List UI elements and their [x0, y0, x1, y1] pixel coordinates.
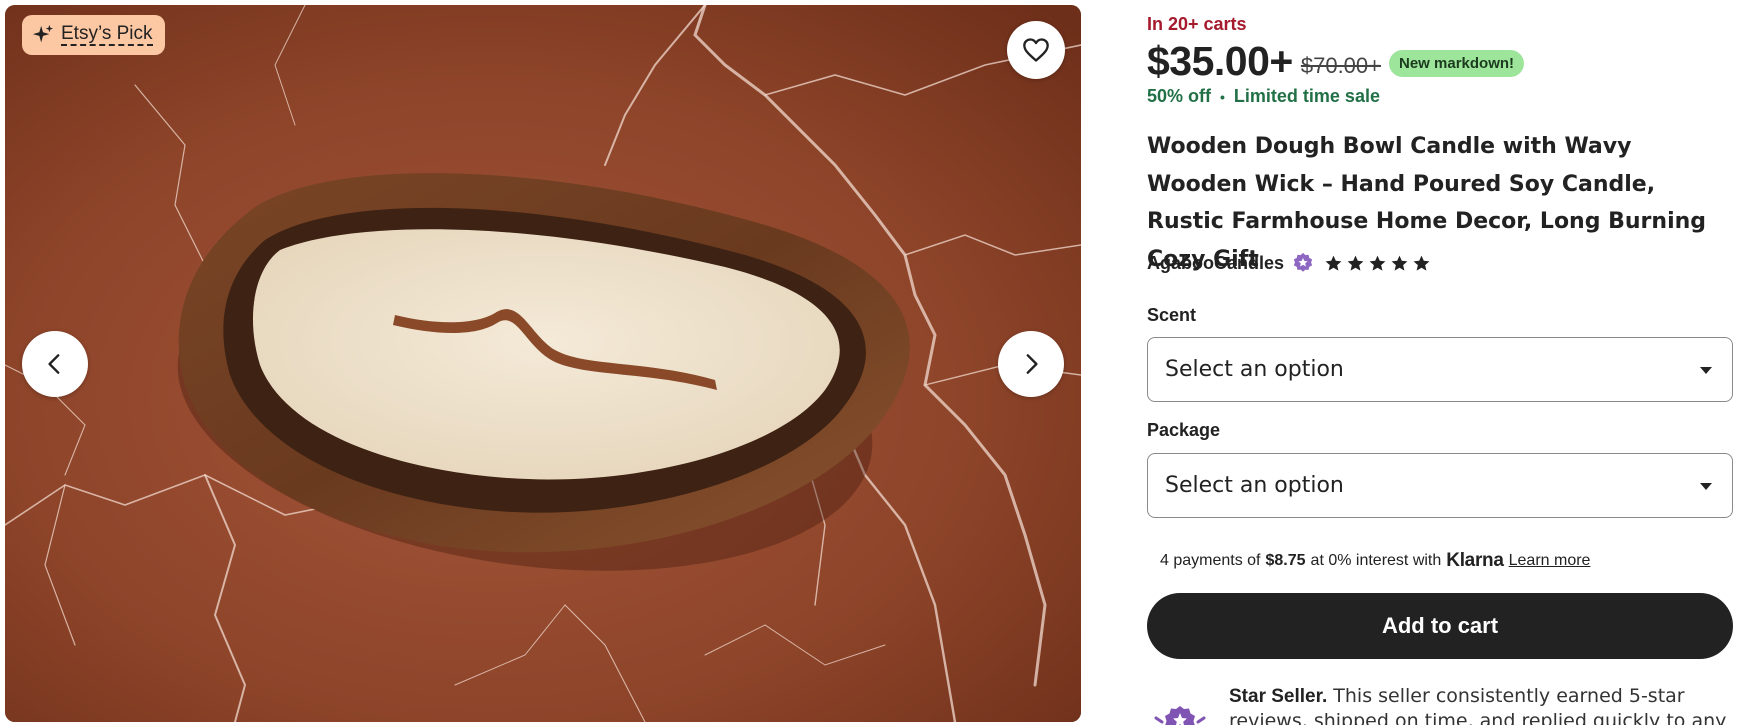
in-carts-notice: In 20+ carts [1147, 14, 1247, 34]
sale-label: Limited time sale [1233, 86, 1380, 106]
sale-price: $35.00+ [1147, 38, 1293, 84]
scent-select-value: Select an option [1165, 357, 1344, 382]
price-row: $35.00+ $70.00+ New markdown! [1147, 38, 1525, 85]
star-seller-text: Star Seller. This seller consistently ea… [1229, 684, 1737, 725]
star-seller-info: Star Seller. This seller consistently ea… [1147, 684, 1737, 725]
chevron-right-icon [1026, 354, 1038, 374]
heart-outline-icon [1023, 38, 1049, 62]
sparkle-icon [32, 24, 54, 43]
add-to-cart-button[interactable]: Add to cart [1147, 593, 1733, 659]
seller-row: AgabooCandles [1147, 252, 1431, 274]
product-photo [5, 5, 1081, 722]
scent-select[interactable]: Select an option [1147, 337, 1733, 402]
klarna-prefix: 4 payments of [1160, 552, 1261, 569]
star-seller-title: Star Seller. [1229, 686, 1328, 707]
package-select[interactable]: Select an option [1147, 453, 1733, 518]
etsys-pick-badge[interactable]: Etsy’s Pick [22, 15, 165, 55]
chevron-left-icon [48, 354, 60, 374]
caret-down-icon [1700, 482, 1712, 490]
klarna-learn-more-link[interactable]: Learn more [1509, 552, 1591, 570]
star-seller-icon [1154, 706, 1206, 725]
klarna-middle: at 0% interest with [1310, 552, 1442, 569]
original-price: $70.00+ [1300, 52, 1381, 78]
klarna-logo: Klarna [1446, 550, 1504, 571]
sale-info: 50% off • Limited time sale [1147, 86, 1380, 107]
favorite-button[interactable] [1007, 21, 1065, 79]
package-label: Package [1147, 420, 1221, 440]
klarna-payments: 4 payments of $8.75 at 0% interest with … [1160, 550, 1590, 572]
star-seller-badge-icon [1292, 252, 1314, 274]
star-icon [1391, 255, 1408, 271]
klarna-amount: $8.75 [1265, 552, 1306, 569]
package-select-value: Select an option [1165, 473, 1344, 498]
image-gallery: Etsy’s Pick [5, 5, 1081, 722]
rating-stars[interactable] [1324, 254, 1431, 273]
caret-down-icon [1700, 366, 1712, 374]
star-icon [1369, 255, 1386, 271]
markdown-badge: New markdown! [1389, 50, 1525, 77]
star-icon [1413, 255, 1430, 271]
previous-image-button[interactable] [22, 331, 88, 397]
shop-name-link[interactable]: AgabooCandles [1147, 253, 1284, 274]
separator-dot: • [1220, 88, 1225, 105]
star-icon [1325, 255, 1342, 271]
scent-label: Scent [1147, 305, 1197, 325]
listing-page: Etsy’s Pick In 20+ carts $35.00+ $70.00+… [0, 0, 1749, 725]
next-image-button[interactable] [998, 331, 1064, 397]
discount-text: 50% off [1147, 86, 1212, 106]
etsys-pick-label: Etsy’s Pick [61, 23, 153, 46]
star-icon [1347, 255, 1364, 271]
